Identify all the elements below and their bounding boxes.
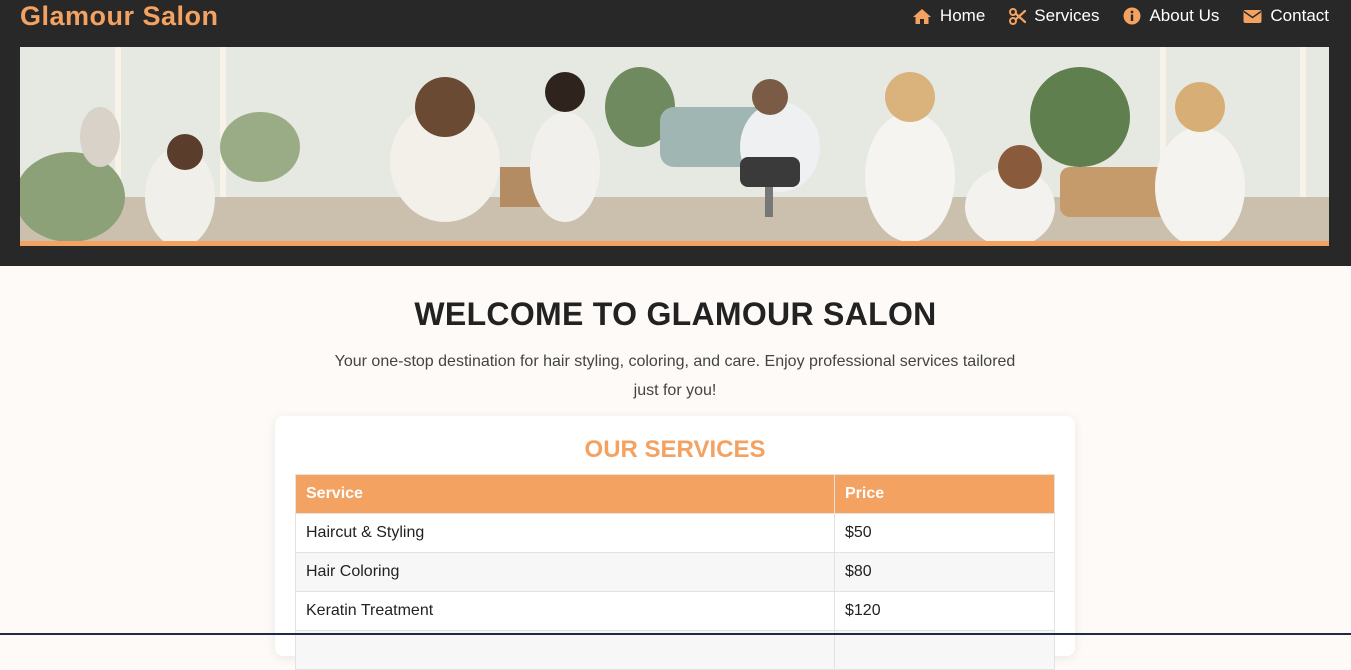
service-price [834,630,1055,670]
brand-logo-text[interactable]: Glamour Salon [20,0,219,32]
envelope-icon [1243,9,1262,24]
table-header-row: Service Price [295,474,1055,514]
nav-about[interactable]: About Us [1123,6,1219,26]
service-name [295,630,835,670]
home-icon [912,8,932,25]
nav-services-label: Services [1034,6,1100,25]
table-row: Hair Coloring $80 [295,552,1055,592]
column-header-service: Service [295,474,835,514]
services-card: OUR SERVICES Service Price Haircut & Sty… [275,416,1075,670]
nav-about-label: About Us [1149,6,1220,25]
service-name: Haircut & Styling [295,513,835,553]
table-row: Haircut & Styling $50 [295,513,1055,553]
nav-services[interactable]: Services [1009,6,1099,26]
services-table: Service Price Haircut & Styling $50 Hair… [295,474,1055,670]
table-row [295,630,1055,670]
service-price: $80 [834,552,1055,592]
nav-home-label: Home [939,6,986,25]
info-icon [1123,7,1141,25]
welcome-title: WELCOME TO GLAMOUR SALON [414,296,937,332]
nav-home[interactable]: Home [912,6,985,26]
scissors-icon [1009,7,1027,25]
table-row: Keratin Treatment $120 [295,591,1055,631]
nav-contact[interactable]: Contact [1243,6,1329,26]
main-nav: Home Services About Us Contact [912,4,1329,28]
service-price: $120 [834,591,1055,631]
welcome-text: Your one-stop destination for hair styli… [334,353,1016,399]
service-price: $50 [834,513,1055,553]
site-header: Glamour Salon Home Services About Us Con… [0,0,1351,266]
column-header-price: Price [834,474,1055,514]
service-name: Keratin Treatment [295,591,835,631]
nav-contact-label: Contact [1270,6,1329,25]
service-name: Hair Coloring [295,552,835,592]
hero-banner-image [20,47,1329,246]
services-title: OUR SERVICES [584,436,766,463]
